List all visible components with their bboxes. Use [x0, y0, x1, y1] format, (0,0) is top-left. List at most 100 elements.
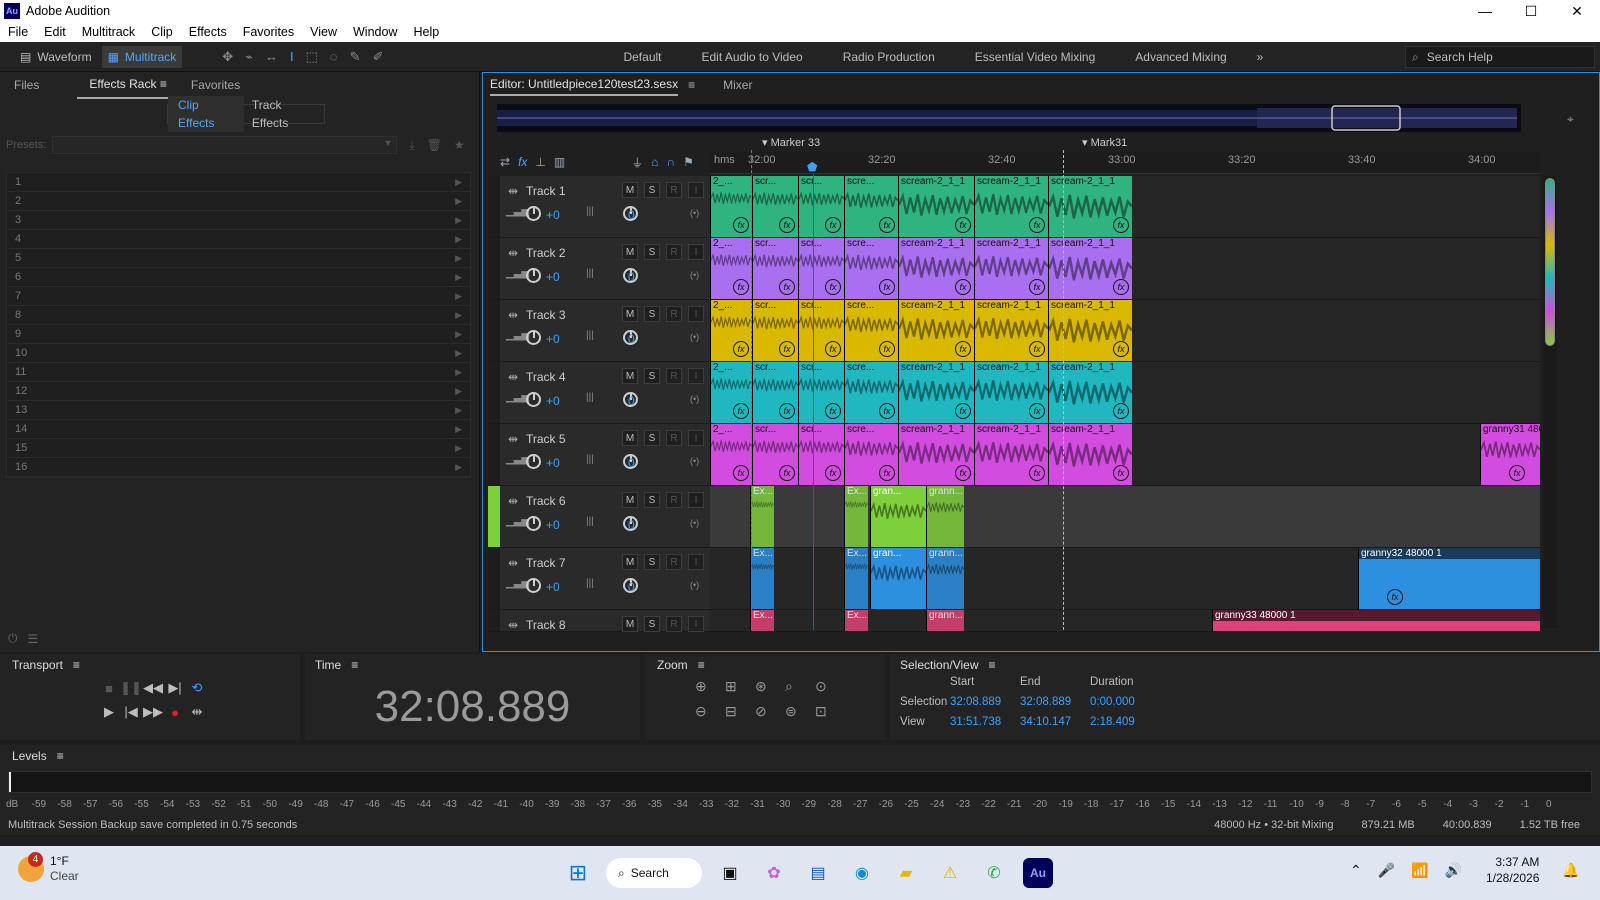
- playhead-icon[interactable]: ⬟: [807, 160, 817, 174]
- audition-taskbar-icon[interactable]: Au: [1023, 858, 1053, 888]
- slot-arrow-icon[interactable]: ▶: [455, 291, 462, 302]
- editor-menu-icon[interactable]: ≡: [688, 78, 695, 92]
- menu-view[interactable]: View: [302, 22, 345, 42]
- tab-effects-rack[interactable]: Effects Rack ≡: [77, 71, 179, 99]
- taskbar-search[interactable]: ⌕ Search: [606, 858, 702, 888]
- clip-fx-icon[interactable]: fx: [733, 217, 749, 233]
- rewind-to-start-icon[interactable]: ◀◀: [142, 680, 164, 696]
- workspace-radio-production[interactable]: Radio Production: [823, 42, 955, 72]
- rack-slot[interactable]: 15 ▶: [7, 439, 470, 458]
- audio-clip[interactable]: Ex...: [750, 610, 774, 631]
- track-name[interactable]: Track 5: [526, 432, 566, 446]
- solo-button[interactable]: S: [644, 368, 660, 384]
- menu-favorites[interactable]: Favorites: [235, 22, 302, 42]
- marquee-tool-icon[interactable]: ⬚: [306, 49, 318, 65]
- play-icon[interactable]: ▶: [98, 704, 120, 720]
- audio-clip[interactable]: Ex...: [844, 486, 868, 547]
- slot-arrow-icon[interactable]: ▶: [455, 234, 462, 245]
- audio-clip[interactable]: scream-2_1_1 fx: [974, 300, 1048, 361]
- track-header[interactable]: ⇹ Track 7 M S R I ▁▃▅ +0 ||| 0 (•): [488, 548, 710, 610]
- track-drag-icon[interactable]: ⇹: [508, 432, 518, 446]
- menu-window[interactable]: Window: [345, 22, 405, 42]
- audio-clip[interactable]: scream-2_1_1 fx: [1048, 238, 1132, 299]
- clip-fx-icon[interactable]: fx: [1387, 589, 1403, 605]
- weather-widget[interactable]: 4 1°F Clear: [18, 852, 79, 884]
- clip-effects-tab[interactable]: Clip Effects: [168, 96, 244, 132]
- audio-clip[interactable]: scr... fx: [752, 300, 798, 361]
- clip-fx-icon[interactable]: fx: [1113, 341, 1129, 357]
- record-icon[interactable]: ●: [164, 705, 186, 720]
- whatsapp-icon[interactable]: ✆: [979, 858, 1009, 888]
- volume-knob[interactable]: [526, 454, 541, 470]
- move-tool-icon[interactable]: ✥: [222, 49, 233, 65]
- track-lane[interactable]: 2_... fx scr... fx scr... fx scre... fx scream-2…: [710, 238, 1540, 300]
- volume-value[interactable]: +0: [546, 394, 560, 408]
- clip-fx-icon[interactable]: fx: [1113, 403, 1129, 419]
- zoom-out-amplitude-icon[interactable]: ⊖: [695, 703, 725, 720]
- record-arm-button[interactable]: R: [666, 182, 682, 198]
- clip-fx-icon[interactable]: fx: [1029, 217, 1045, 233]
- zoom-out-full-icon[interactable]: ⊘: [755, 703, 785, 720]
- track-lane[interactable]: Ex... Ex... gran... grann...: [710, 486, 1540, 548]
- previous-icon[interactable]: |◀: [120, 704, 142, 720]
- audio-clip[interactable]: scr... fx: [798, 176, 844, 237]
- clip-fx-icon[interactable]: fx: [779, 341, 795, 357]
- save-preset-icon[interactable]: ⤓: [409, 138, 414, 153]
- zoom-out-time-icon[interactable]: ⊟: [725, 703, 755, 720]
- rack-slot[interactable]: 11 ▶: [7, 363, 470, 382]
- track-drag-icon[interactable]: ⇹: [508, 246, 518, 260]
- slot-arrow-icon[interactable]: ▶: [455, 443, 462, 454]
- menu-file[interactable]: File: [0, 22, 36, 42]
- store-icon[interactable]: ▤: [803, 858, 833, 888]
- mute-button[interactable]: M: [622, 182, 638, 198]
- brush-tool-icon[interactable]: ✎: [350, 49, 361, 65]
- healing-tool-icon[interactable]: ✐: [373, 49, 384, 65]
- track-header[interactable]: ⇹ Track 4 M S R I ▁▃▅ +0 ||| 0 (•): [488, 362, 710, 424]
- pan-value[interactable]: 0: [628, 332, 635, 346]
- track-lane[interactable]: 2_... fx scr... fx scr... fx scre... fx scream-2…: [710, 300, 1540, 362]
- stereo-icon[interactable]: (•): [690, 394, 699, 404]
- audio-clip[interactable]: scr... fx: [752, 362, 798, 423]
- waveform-view-button[interactable]: ▤ Waveform: [14, 46, 98, 68]
- wifi-icon[interactable]: 📶: [1411, 862, 1428, 879]
- audio-clip[interactable]: scream-2_1_1 fx: [898, 176, 974, 237]
- solo-button[interactable]: S: [644, 182, 660, 198]
- rack-slot[interactable]: 4 ▶: [7, 230, 470, 249]
- volume-value[interactable]: +0: [546, 208, 560, 222]
- multitrack-view-button[interactable]: ▦ Multitrack: [101, 45, 183, 68]
- record-arm-button[interactable]: R: [666, 492, 682, 508]
- panel-menu-icon[interactable]: ≡: [698, 658, 705, 672]
- workspace-overflow-button[interactable]: »: [1247, 42, 1274, 72]
- audio-clip[interactable]: granny31 48000 fx: [1480, 424, 1540, 485]
- clip-fx-icon[interactable]: fx: [779, 217, 795, 233]
- rack-slot[interactable]: 9 ▶: [7, 325, 470, 344]
- volume-knob[interactable]: [526, 330, 541, 346]
- zoom-in-time-icon[interactable]: ⊞: [725, 678, 755, 695]
- mute-button[interactable]: M: [622, 430, 638, 446]
- audio-clip[interactable]: grann...: [926, 610, 964, 631]
- track-drag-icon[interactable]: ⇹: [508, 184, 518, 198]
- audio-clip[interactable]: scre... fx: [844, 176, 898, 237]
- start-icon[interactable]: ⊞: [563, 858, 593, 888]
- rack-slot[interactable]: 3 ▶: [7, 211, 470, 230]
- fast-forward-icon[interactable]: ▶▶: [142, 704, 164, 720]
- lasso-tool-icon[interactable]: ◌: [330, 49, 338, 64]
- input-monitor-button[interactable]: I: [688, 492, 704, 508]
- track-lane[interactable]: Ex... Ex... gran... grann... granny32 48000 …: [710, 548, 1540, 610]
- volume-icon[interactable]: 🔊: [1445, 862, 1462, 879]
- zoom-fit-icon[interactable]: ⊜: [785, 703, 815, 720]
- stereo-icon[interactable]: (•): [690, 270, 699, 280]
- rack-slot[interactable]: 5 ▶: [7, 249, 470, 268]
- track-drag-icon[interactable]: ⇹: [508, 308, 518, 322]
- stop-icon[interactable]: ■: [98, 681, 120, 696]
- record-arm-button[interactable]: R: [666, 554, 682, 570]
- audio-clip[interactable]: gran...: [870, 548, 926, 609]
- record-arm-button[interactable]: R: [666, 306, 682, 322]
- track-effects-tab[interactable]: Track Effects: [244, 96, 324, 132]
- record-arm-button[interactable]: R: [666, 430, 682, 446]
- view-duration-value[interactable]: 2:18.409: [1090, 716, 1135, 728]
- track-header[interactable]: ⇹ Track 3 M S R I ▁▃▅ +0 ||| 0 (•): [488, 300, 710, 362]
- audio-clip[interactable]: scream-2_1_1 fx: [1048, 176, 1132, 237]
- track-header[interactable]: ⇹ Track 6 M S R I ▁▃▅ +0 ||| 0 (•): [488, 486, 710, 548]
- chevron-up-icon[interactable]: ⌃: [1350, 862, 1362, 879]
